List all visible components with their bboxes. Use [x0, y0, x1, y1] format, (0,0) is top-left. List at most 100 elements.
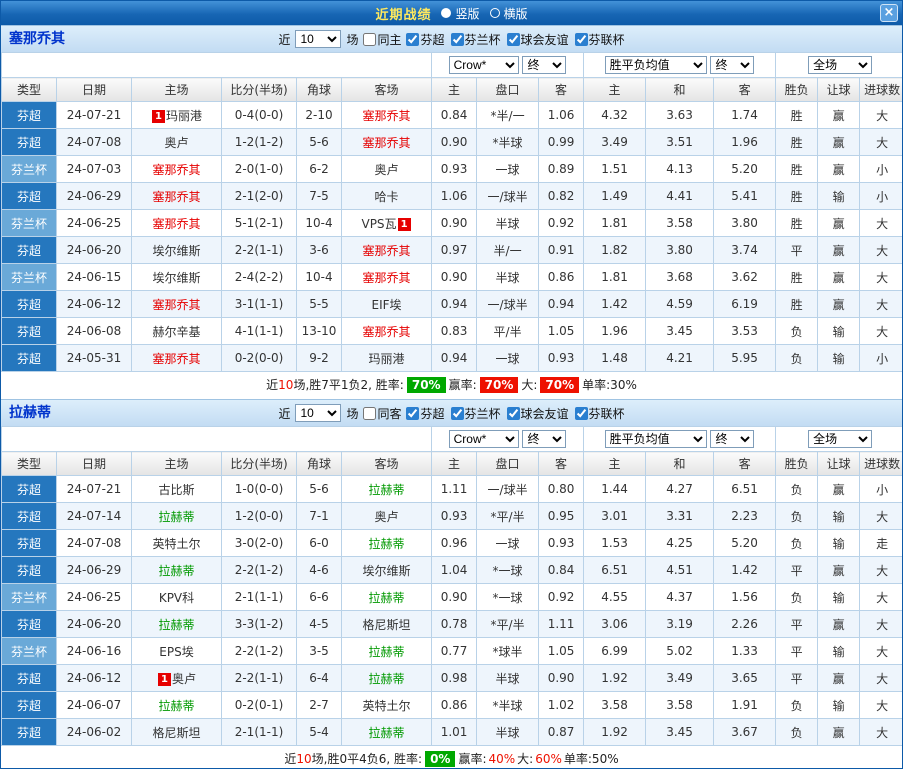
avg-metric-select[interactable]: 胜平负均值	[604, 56, 707, 74]
home-team-cell: 英特土尔	[131, 529, 222, 557]
column-header-4: 角球	[296, 77, 342, 102]
same-venue-checkbox[interactable]: 同主	[363, 31, 401, 48]
handicap-cell: *平/半	[476, 502, 540, 530]
match-date-cell: 24-06-20	[56, 610, 132, 638]
summary-segment: 70%	[479, 377, 519, 393]
away-odds-cell: 0.89	[538, 155, 585, 183]
match-row: 芬超 24-07-14 拉赫蒂 1-2(0-0) 7-1 奥卢 0.93 *平/半 0.95 3.…	[1, 502, 902, 530]
league-checkbox-label: 芬兰杯	[464, 406, 501, 421]
goals-result-cell: 大	[859, 583, 902, 611]
bookmaker-select[interactable]: Crow*	[448, 430, 519, 448]
league-checkbox[interactable]: 球会友谊	[506, 31, 569, 48]
league-checkbox-input[interactable]	[506, 406, 520, 420]
league-checkbox-input[interactable]	[450, 406, 464, 420]
match-type-cell: 芬超	[1, 344, 57, 372]
handicap-result-cell: 输	[817, 637, 861, 665]
radio-selected-icon	[441, 8, 452, 18]
away-team-name: VPS瓦	[361, 216, 397, 231]
result-cell: 负	[775, 317, 819, 345]
home-team-name: 英特土尔	[152, 536, 201, 551]
same-venue-input[interactable]	[363, 32, 377, 46]
scope-select[interactable]: 全场	[808, 430, 873, 448]
corners-cell: 4-5	[296, 610, 342, 638]
close-button[interactable]: ×	[880, 4, 898, 22]
summary-segment: 赢率:	[458, 752, 487, 766]
league-checkbox-input[interactable]	[450, 32, 464, 46]
layout-radio-vertical[interactable]: 竖版	[441, 5, 480, 22]
summary-segment: 近	[266, 378, 279, 392]
column-header-row: 类型 日期 主场 比分(半场) 角球 客场主盘口客主和客胜负 让球 进球数	[1, 77, 902, 102]
league-checkbox[interactable]: 芬联杯	[574, 405, 625, 422]
away-team-cell: 塞那乔其	[340, 263, 433, 291]
league-checkbox[interactable]: 芬兰杯	[450, 31, 501, 48]
league-checkbox-input[interactable]	[406, 406, 420, 420]
league-checkbox[interactable]: 芬兰杯	[450, 405, 501, 422]
league-checkbox-input[interactable]	[574, 32, 588, 46]
home-team-name: 拉赫蒂	[158, 698, 195, 713]
layout-radio-horizontal[interactable]: 横版	[489, 5, 528, 22]
away-odds-cell: 0.80	[538, 475, 585, 503]
away-team-cell: VPS瓦 1	[340, 209, 433, 237]
league-checkbox[interactable]: 球会友谊	[506, 405, 569, 422]
home-odds-cell: 0.77	[431, 637, 478, 665]
avg-away-cell: 3.65	[713, 664, 777, 692]
league-checkbox[interactable]: 芬超	[406, 31, 445, 48]
avg-stage-select[interactable]: 终	[710, 56, 755, 74]
match-date-cell: 24-07-14	[56, 502, 132, 530]
home-odds-cell: 1.04	[431, 556, 478, 584]
corners-cell: 7-5	[296, 182, 342, 210]
score-cell: 2-1(1-1)	[221, 718, 297, 746]
avg-stage-select[interactable]: 终	[710, 430, 755, 448]
home-team-cell: 拉赫蒂	[131, 556, 222, 584]
same-venue-checkbox[interactable]: 同客	[363, 405, 401, 422]
column-header-0: 类型	[1, 77, 57, 102]
score-cell: 3-0(2-0)	[221, 529, 297, 557]
same-venue-input[interactable]	[363, 406, 377, 420]
bookmaker-select[interactable]: Crow*	[448, 56, 519, 74]
handicap-cell: 一/球半	[476, 475, 540, 503]
odds-filter-row: Crow* 终 胜平负均值 终 全场	[1, 52, 902, 78]
league-checkbox-input[interactable]	[574, 406, 588, 420]
match-row: 芬超 24-06-29 塞那乔其 2-1(2-0) 7-5 哈卡 1.06 一/球半 0.82 1…	[1, 182, 902, 210]
league-checkbox-input[interactable]	[406, 32, 420, 46]
league-checkbox-label: 球会友谊	[520, 32, 569, 47]
recent-count-select[interactable]: 10	[295, 30, 342, 48]
league-checkbox[interactable]: 芬联杯	[574, 31, 625, 48]
match-date-cell: 24-06-12	[56, 664, 132, 692]
away-odds-cell: 0.99	[538, 128, 585, 156]
avg-draw-cell: 3.19	[645, 610, 715, 638]
away-team-cell: 塞那乔其	[340, 128, 433, 156]
score-cell: 0-2(0-0)	[221, 344, 297, 372]
home-team-cell: 1 奥卢	[131, 664, 222, 692]
scope-select[interactable]: 全场	[808, 56, 873, 74]
corners-cell: 5-5	[296, 290, 342, 318]
bookmaker-stage-select[interactable]: 终	[522, 56, 567, 74]
league-checkbox-label: 芬联杯	[588, 406, 625, 421]
avg-metric-select[interactable]: 胜平负均值	[604, 430, 707, 448]
match-type-cell: 芬超	[1, 101, 57, 129]
league-checkbox-input[interactable]	[506, 32, 520, 46]
home-odds-cell: 0.97	[431, 236, 478, 264]
handicap-result-cell: 赢	[817, 290, 861, 318]
match-type-cell: 芬兰杯	[1, 155, 57, 183]
avg-home-cell: 1.42	[583, 290, 647, 318]
handicap-cell: 半球	[476, 664, 540, 692]
bookmaker-stage-select[interactable]: 终	[522, 430, 567, 448]
away-odds-cell: 0.86	[538, 263, 585, 291]
radio-unselected-icon	[489, 8, 500, 18]
summary-segment: 10	[278, 378, 294, 392]
goals-result-cell: 大	[859, 263, 902, 291]
avg-away-cell: 3.80	[713, 209, 777, 237]
summary-segment: 大:	[517, 752, 534, 766]
column-header-row: 类型 日期 主场 比分(半场) 角球 客场主盘口客主和客胜负 让球 进球数	[1, 451, 902, 476]
avg-away-cell: 1.74	[713, 101, 777, 129]
match-date-cell: 24-06-29	[56, 556, 132, 584]
match-type-cell: 芬兰杯	[1, 263, 57, 291]
recent-count-select[interactable]: 10	[295, 404, 342, 422]
handicap-cell: *球半	[476, 637, 540, 665]
away-odds-cell: 1.02	[538, 691, 585, 719]
away-team-name: 塞那乔其	[362, 324, 411, 339]
league-checkbox[interactable]: 芬超	[406, 405, 445, 422]
result-cell: 平	[775, 637, 819, 665]
goals-result-cell: 大	[859, 691, 902, 719]
